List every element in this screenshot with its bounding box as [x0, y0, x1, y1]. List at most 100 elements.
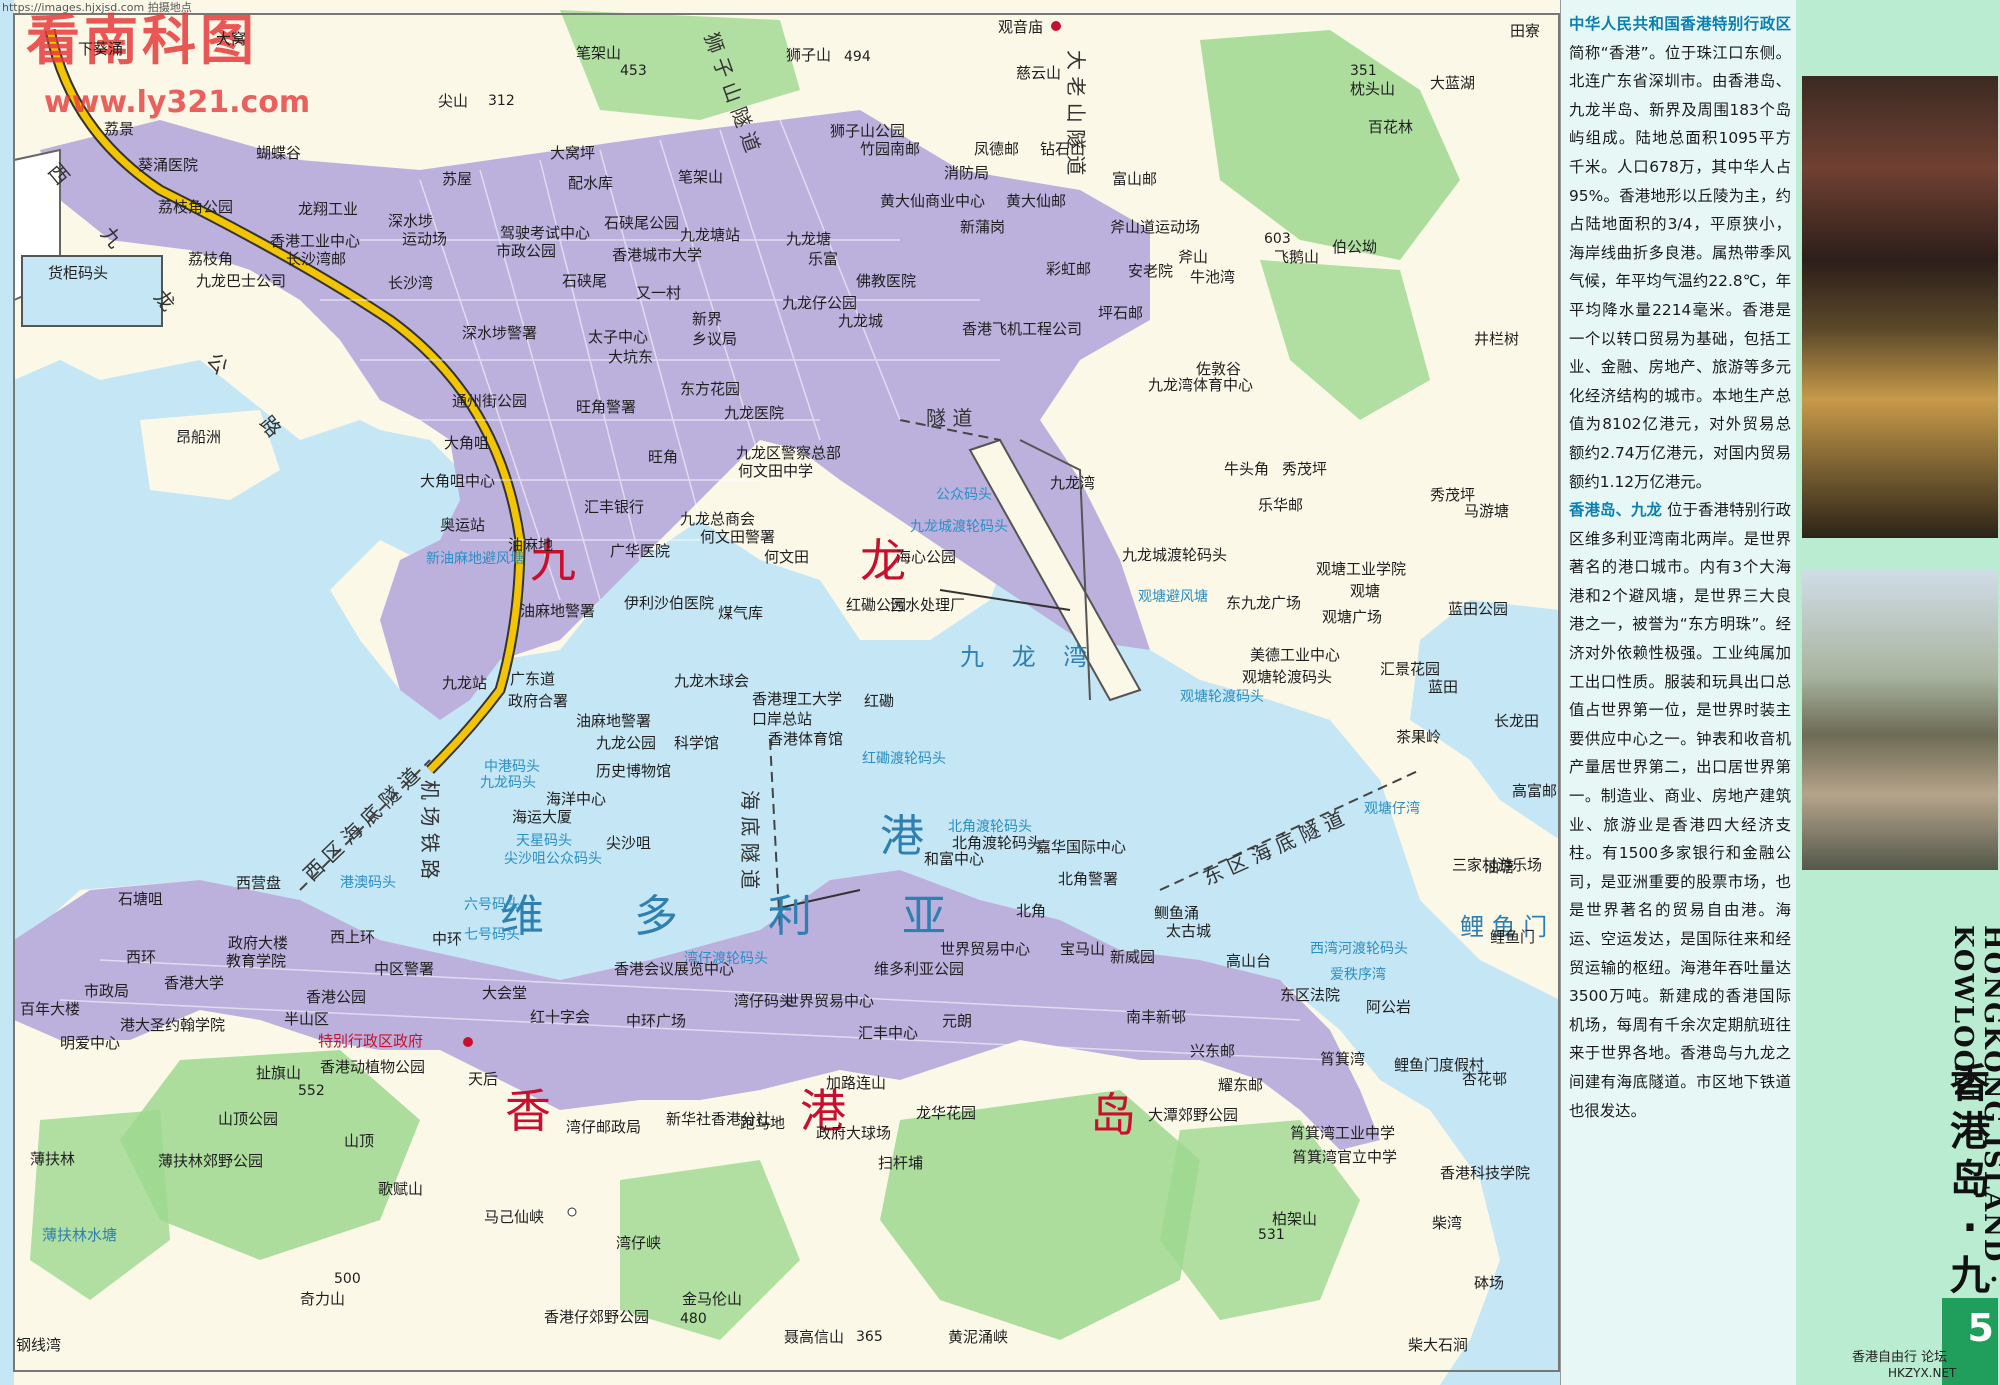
label-jiulongcheng: 九龙城	[838, 312, 884, 330]
label-xingdong: 兴东邮	[1190, 1042, 1236, 1060]
label-ganghui: 香港会议展览中心	[614, 960, 735, 978]
label-guantangzhongxin: 观塘广场	[1322, 608, 1383, 626]
label-xianggang-park: 香港公园	[306, 988, 367, 1006]
label-dongfang: 东方花园	[680, 380, 741, 398]
water-jiulongwan: 九 龙 湾	[960, 643, 1098, 671]
label-xinghua: 杏花邨	[1462, 1070, 1508, 1088]
label-fengde-post: 凤德邮	[974, 140, 1020, 158]
label-wangjiao: 旺角	[648, 448, 679, 466]
label-jiuyi: 伊利沙伯医院	[624, 594, 715, 612]
label-guantang: 观塘	[1350, 582, 1381, 600]
label-shixia-park: 石硖尾公园	[604, 214, 680, 232]
label-beijiao: 北角	[1016, 902, 1047, 920]
label-paoma: 跑马地	[740, 1114, 786, 1132]
label-gangda: 港大圣约翰学院	[120, 1016, 226, 1034]
label-fushan: 斧山	[1178, 248, 1209, 266]
label-jialiansan: 加路连山	[826, 1074, 887, 1092]
label-shenshuibu: 深水埗	[388, 212, 434, 230]
label-zhengfu-build: 政府大楼	[228, 934, 289, 952]
label-peak-453: 453	[620, 63, 647, 79]
label-xinweiyuan: 新威园	[1110, 948, 1156, 966]
label-peak-312: 312	[488, 93, 515, 109]
label-dachongsiye: 大潭郊野公园	[1148, 1106, 1239, 1124]
water-guantang-ferry: 观塘轮渡码头	[1180, 689, 1264, 705]
label-daoguang: 大坑东	[608, 348, 654, 366]
label-dakeng: 元朗	[942, 1012, 973, 1030]
label-peak-500: 500	[334, 1271, 361, 1287]
label-xinpu: 新蒲岗	[960, 218, 1006, 236]
label-baigongao: 伯公坳	[1332, 238, 1378, 256]
label-xihuan: 西环	[126, 948, 157, 966]
label-hongshizi: 红十字会	[530, 1008, 591, 1026]
label-pangan: 扫杆埔	[878, 1154, 924, 1172]
district-dao: 岛	[1090, 1088, 1136, 1142]
water-liuhao: 六号码头	[464, 897, 520, 913]
credit-line-1: 香港自由行 论坛	[1852, 1350, 1948, 1365]
label-lekwu: 乐富	[808, 250, 839, 268]
label-changsha-post: 长沙湾邮	[286, 250, 347, 268]
label-liyumen: 鲤鱼门	[1490, 928, 1536, 946]
map-area: 看南科图 www.ly321.com https://images.hjxjsd…	[0, 0, 1560, 1385]
night-skyline-photo	[1802, 76, 1998, 538]
watermark-corner: https://images.hjxjsd.com 拍摄地点	[2, 1, 192, 14]
water-jiulong-ferry: 九龙城渡轮码头	[910, 519, 1008, 535]
label-lijing: 荔景	[104, 120, 135, 138]
water-jiulongmatou: 九龙码头	[480, 775, 536, 791]
label-xinjie: 新界	[692, 310, 723, 328]
credit-line-2: HKZYX.NET	[1888, 1366, 1957, 1380]
label-meifu: 煤气库	[718, 604, 764, 622]
label-chaidashi: 柴大石涧	[1408, 1336, 1469, 1354]
label-huangdaxian-center: 黄大仙商业中心	[880, 192, 986, 210]
water-beijiao-pier: 北角渡轮码头	[948, 819, 1032, 835]
label-dajiaojuzhongxin: 大角咀中心	[420, 472, 496, 490]
label-zhonghuan: 中环	[432, 930, 463, 948]
label-kowloon-station: 九龙塘站	[680, 226, 741, 244]
water-victoria: 维 多 利 亚	[500, 891, 984, 942]
label-shenshuibu-post: 深水埗警署	[462, 324, 538, 342]
label-matang: 马游塘	[1464, 502, 1510, 520]
label-gaofu: 高富邮	[1512, 782, 1558, 800]
label-kowloon-park: 九龙公园	[596, 734, 657, 752]
label-banshan: 半山区	[284, 1010, 330, 1028]
label-dawoping: 大窝坪	[550, 144, 596, 162]
label-xianggang-dw: 香港动植物公园	[320, 1058, 426, 1076]
label-changshawan: 长沙湾	[388, 274, 434, 292]
water-gangbao: 港澳码头	[340, 875, 396, 891]
label-kaitak: 香港飞机工程公司	[962, 320, 1083, 338]
label-wenhe-police: 何文田警署	[700, 528, 776, 546]
water-huangpu-ferry: 公众码头	[936, 487, 992, 503]
label-dawo: 大窝	[216, 30, 247, 48]
label-zuanshishan: 钻石山	[1040, 140, 1086, 158]
label-zhutoushan: 枕头山	[1350, 80, 1396, 98]
label-pingshi: 坪石邮	[1098, 304, 1144, 322]
label-zhongshanzhong: 中环广场	[626, 1012, 687, 1030]
label-beiji-ferry: 北角渡轮码头	[952, 834, 1043, 852]
label-shizishan-park: 狮子山公园	[830, 122, 906, 140]
label-xingzheng: 特别行政区政府	[318, 1032, 424, 1050]
label-youma-police: 油麻地警署	[520, 602, 596, 620]
label-cityu: 香港城市大学	[612, 246, 703, 264]
water-hongkan-ferry: 红磡渡轮码头	[862, 751, 946, 767]
label-shitangju: 石塘咀	[118, 890, 164, 908]
label-meide: 美德工业中心	[1250, 646, 1341, 664]
label-zhengfu-gym: 政府大球场	[816, 1124, 892, 1142]
label-xiyingpan: 西营盘	[236, 874, 282, 892]
label-aoyun: 奥运站	[440, 516, 486, 534]
label-peak-365: 365	[856, 1329, 883, 1345]
label-peak-494: 494	[844, 49, 871, 65]
label-peak-480: 480	[680, 1311, 707, 1327]
label-anlao: 安老院	[1128, 262, 1174, 280]
street-scene-photo	[1802, 570, 1998, 870]
label-hehe: 和富中心	[924, 850, 985, 868]
district-xiang: 香	[505, 1084, 551, 1138]
label-bofulin-res: 薄扶林水塘	[42, 1226, 118, 1244]
label-sports: 运动场	[402, 230, 448, 248]
label-kmb: 九龙巴士公司	[196, 272, 287, 290]
label-polyu: 香港理工大学	[752, 690, 843, 708]
watermark-url: www.ly321.com	[44, 85, 311, 120]
label-guanghua: 广华医院	[610, 542, 671, 560]
label-hongkan: 红磡	[864, 692, 895, 710]
label-jiulong-hosp: 九龙医院	[724, 404, 785, 422]
label-pingshan: 扯旗山	[256, 1064, 302, 1082]
label-diaoyu: 鲗鱼涌	[1154, 904, 1200, 922]
